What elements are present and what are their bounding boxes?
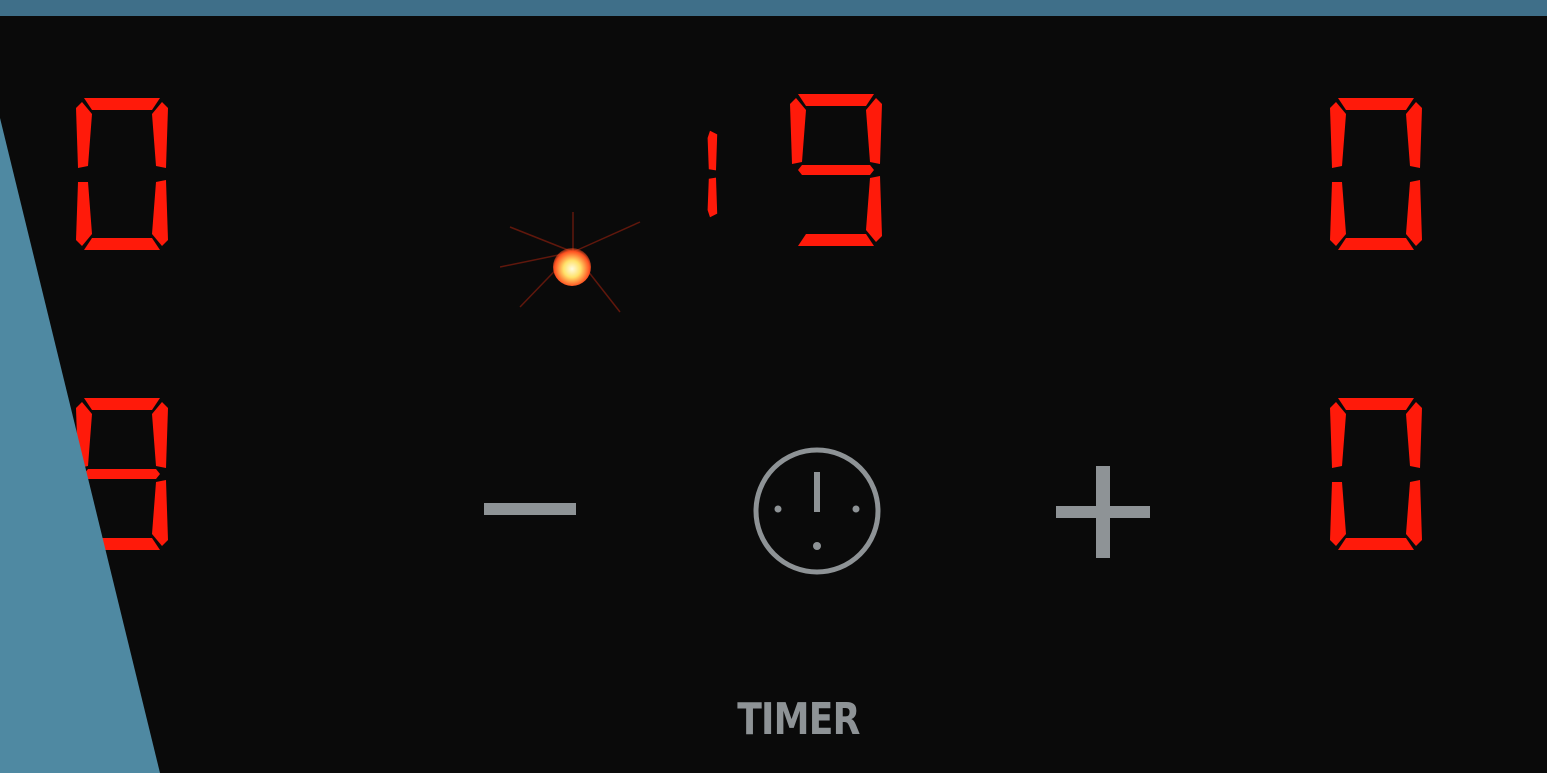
plus-button[interactable]: [1054, 464, 1152, 560]
timer-button[interactable]: [748, 442, 886, 580]
clock-icon: [753, 447, 881, 575]
indicator-led: [553, 248, 591, 286]
plus-icon: [1056, 466, 1150, 558]
top-center-display-units: [786, 90, 886, 250]
timer-label: TIMER: [737, 694, 860, 745]
cooktop-control-panel: TIMER: [0, 16, 1547, 773]
bottom-left-display: [72, 394, 172, 554]
top-frame-bar: [0, 0, 1547, 16]
minus-button[interactable]: [480, 494, 580, 524]
bottom-right-display: [1326, 394, 1426, 554]
top-left-display: [72, 94, 172, 254]
top-center-display-tens: [686, 94, 746, 254]
minus-icon: [484, 503, 576, 515]
top-right-display: [1326, 94, 1426, 254]
